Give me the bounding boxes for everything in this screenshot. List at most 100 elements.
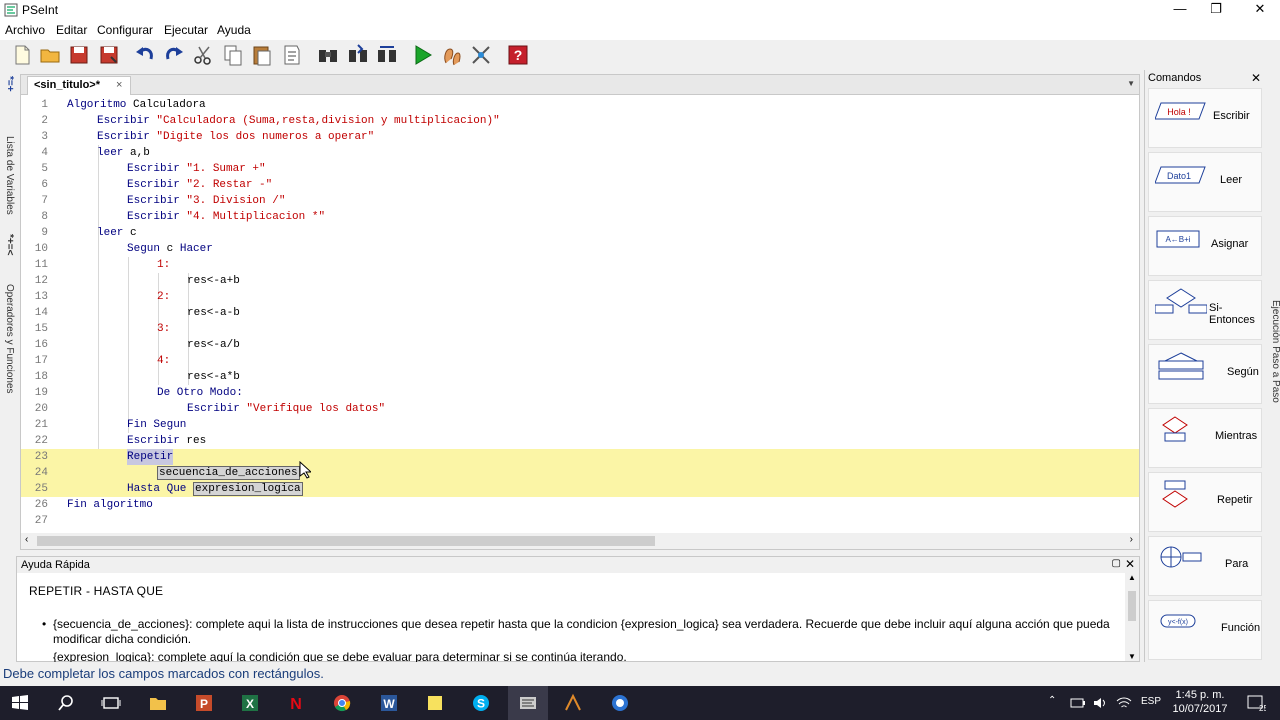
code-line[interactable]: 15 3: (21, 321, 1139, 337)
maximize-panel-icon[interactable]: ▢ (1112, 558, 1121, 569)
close-panel-icon[interactable]: ✕ (1125, 557, 1135, 571)
indent-icon[interactable] (280, 43, 304, 67)
code-line[interactable]: 27 (21, 513, 1139, 529)
command-funcion[interactable]: y<-f(x) Función (1148, 600, 1262, 660)
close-window-button[interactable]: ✕ (1238, 0, 1280, 20)
excel-icon[interactable]: X (240, 693, 260, 713)
command-segun[interactable]: Según (1148, 344, 1262, 404)
skype-icon[interactable]: S (471, 693, 491, 713)
operators-functions-tab[interactable]: Operadores y Funciones (1, 284, 15, 394)
sticky-notes-icon[interactable] (425, 693, 445, 713)
menu-editar[interactable]: Editar (56, 23, 87, 37)
code-line-highlighted[interactable]: 24 secuencia_de_acciones (21, 465, 1139, 481)
menu-ayuda[interactable]: Ayuda (217, 23, 251, 37)
code-line[interactable]: 20 Escribir "Verifique los datos" (21, 401, 1139, 417)
variables-list-tab[interactable]: Lista de Variables (1, 136, 15, 215)
code-line[interactable]: 16 res<-a/b (21, 337, 1139, 353)
notifications-icon[interactable]: 25 (1246, 694, 1266, 712)
command-escribir[interactable]: Hola ! Escribir (1148, 88, 1262, 148)
code-line[interactable]: 5 Escribir "1. Sumar +" (21, 161, 1139, 177)
help-vertical-scrollbar[interactable]: ▲ ▼ (1125, 573, 1139, 661)
paste-icon[interactable] (250, 43, 274, 67)
command-repetir[interactable]: Repetir (1148, 472, 1262, 532)
redo-icon[interactable] (162, 43, 186, 67)
taskbar-clock[interactable]: 1:45 p. m. 10/07/2017 (1170, 688, 1230, 716)
input-language[interactable]: ESP (1141, 696, 1161, 707)
scroll-left-icon[interactable]: ‹ (25, 534, 28, 545)
save-as-icon[interactable] (97, 43, 121, 67)
flowchart-icon[interactable] (469, 43, 493, 67)
step-execution-tab[interactable]: Ejecución Paso a Paso (1267, 300, 1280, 403)
code-line[interactable]: 8 Escribir "4. Multiplicacion *" (21, 209, 1139, 225)
code-line-highlighted[interactable]: 25 Hasta Que expresion_logica (21, 481, 1139, 497)
code-line[interactable]: 12 res<-a+b (21, 273, 1139, 289)
code-line[interactable]: 18 res<-a*b (21, 369, 1139, 385)
undo-icon[interactable] (133, 43, 157, 67)
code-line[interactable]: 2 Escribir "Calculadora (Suma,resta,divis… (21, 113, 1139, 129)
code-line[interactable]: 14 res<-a-b (21, 305, 1139, 321)
find-next-icon[interactable] (346, 43, 370, 67)
code-editor[interactable]: <sin_titulo>* × ▼ 1 Algoritmo Calculadora… (20, 74, 1140, 550)
open-folder-icon[interactable] (38, 43, 62, 67)
code-line[interactable]: 26 Fin algoritmo (21, 497, 1139, 513)
menu-archivo[interactable]: Archivo (5, 23, 45, 37)
tab-sin-titulo[interactable]: <sin_titulo>* × (27, 76, 131, 95)
replace-icon[interactable] (375, 43, 399, 67)
windows-start-icon[interactable] (10, 693, 30, 713)
command-para[interactable]: Para (1148, 536, 1262, 596)
scrollbar-thumb[interactable] (37, 536, 655, 546)
code-area[interactable]: 1 Algoritmo Calculadora 2 Escribir "Calcul… (21, 97, 1139, 533)
battery-icon[interactable] (1070, 697, 1086, 709)
operators-tab-icon[interactable]: *+=< (1, 234, 15, 255)
menu-ejecutar[interactable]: Ejecutar (164, 23, 208, 37)
task-view-icon[interactable] (101, 693, 121, 713)
restore-button[interactable]: ❐ (1194, 0, 1238, 20)
tab-list-chevron-icon[interactable]: ▼ (1127, 79, 1135, 88)
taskbar-active-app[interactable] (508, 686, 548, 720)
pseint-flow-icon[interactable] (563, 693, 583, 713)
wifi-icon[interactable] (1116, 696, 1132, 710)
code-line[interactable]: 22 Escribir res (21, 433, 1139, 449)
horizontal-scrollbar[interactable]: ‹ › (21, 533, 1139, 549)
placeholder-expresion[interactable]: expresion_logica (193, 482, 303, 496)
command-leer[interactable]: Dato1 Leer (1148, 152, 1262, 212)
copy-icon[interactable] (221, 43, 245, 67)
variables-tab-icon[interactable]: *=+ (1, 76, 15, 92)
netflix-icon[interactable]: N (286, 693, 306, 713)
code-line-highlighted[interactable]: 23 Repetir (21, 449, 1139, 465)
step-by-step-icon[interactable] (440, 43, 464, 67)
code-line[interactable]: 19 De Otro Modo: (21, 385, 1139, 401)
save-icon[interactable] (67, 43, 91, 67)
cut-icon[interactable] (191, 43, 215, 67)
close-tab-icon[interactable]: × (116, 79, 122, 91)
scroll-up-icon[interactable]: ▲ (1128, 573, 1136, 582)
scrollbar-thumb[interactable] (1128, 591, 1136, 621)
chrome-icon[interactable] (332, 693, 352, 713)
run-icon[interactable] (411, 43, 435, 67)
code-line[interactable]: 9 leer c (21, 225, 1139, 241)
code-line[interactable]: 10 Segun c Hacer (21, 241, 1139, 257)
code-line[interactable]: 4 leer a,b (21, 145, 1139, 161)
code-line[interactable]: 6 Escribir "2. Restar -" (21, 177, 1139, 193)
code-line[interactable]: 11 1: (21, 257, 1139, 273)
find-icon[interactable] (316, 43, 340, 67)
search-icon[interactable] (56, 693, 76, 713)
command-mientras[interactable]: Mientras (1148, 408, 1262, 468)
command-si-entonces[interactable]: Si-Entonces (1148, 280, 1262, 340)
code-line[interactable]: 7 Escribir "3. Division /" (21, 193, 1139, 209)
code-line[interactable]: 21 Fin Segun (21, 417, 1139, 433)
code-line[interactable]: 17 4: (21, 353, 1139, 369)
help-icon[interactable]: ? (506, 43, 530, 67)
file-explorer-icon[interactable] (148, 693, 168, 713)
code-line[interactable]: 3 Escribir "Digite los dos numeros a oper… (21, 129, 1139, 145)
placeholder-secuencia[interactable]: secuencia_de_acciones (157, 466, 300, 480)
menu-configurar[interactable]: Configurar (97, 23, 153, 37)
code-line[interactable]: 1 Algoritmo Calculadora (21, 97, 1139, 113)
command-asignar[interactable]: A←B+i Asignar (1148, 216, 1262, 276)
powerpoint-icon[interactable]: P (194, 693, 214, 713)
new-file-icon[interactable] (10, 43, 34, 67)
scroll-down-icon[interactable]: ▼ (1128, 652, 1136, 661)
tray-chevron-up-icon[interactable]: ⌃ (1048, 695, 1056, 706)
code-line[interactable]: 13 2: (21, 289, 1139, 305)
volume-icon[interactable] (1092, 696, 1108, 710)
